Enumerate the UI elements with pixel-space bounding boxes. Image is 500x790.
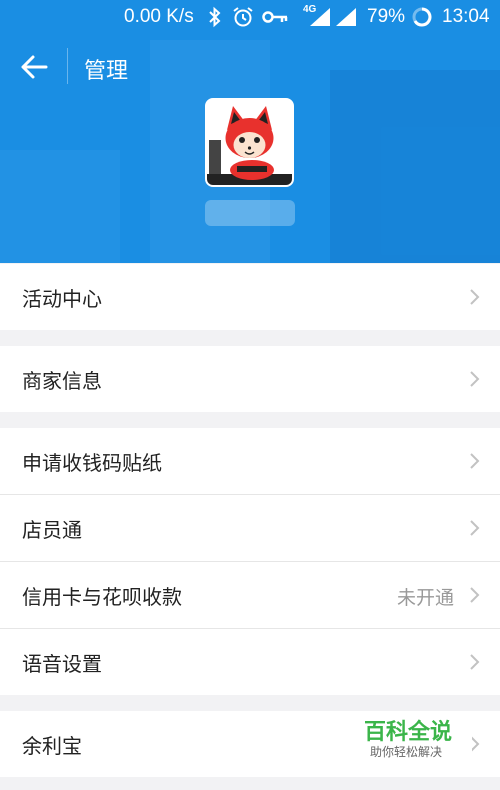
page-title: 管理 xyxy=(84,59,129,84)
menu-item-label: 语音设置 xyxy=(22,652,102,676)
header-bg-decoration xyxy=(330,70,500,263)
chevron-right-icon xyxy=(470,371,480,387)
avatar[interactable] xyxy=(205,98,294,187)
header-bg-decoration xyxy=(0,150,120,263)
clock: 13:04 xyxy=(442,6,490,27)
chevron-right-icon xyxy=(470,289,480,305)
title-divider xyxy=(67,48,68,84)
battery-percent: 79% xyxy=(367,6,406,27)
back-arrow-icon[interactable] xyxy=(20,54,48,80)
watermark-logo: 百科全说 助你轻松解决 xyxy=(352,712,472,768)
menu-item-merchant-info[interactable]: 商家信息 xyxy=(0,346,500,412)
signal-icon xyxy=(310,8,330,26)
menu-item-label: 活动中心 xyxy=(22,287,102,311)
menu-item-label: 余利宝 xyxy=(22,734,82,758)
watermark-title: 百科全说 xyxy=(364,720,453,745)
menu-item-label: 申请收钱码贴纸 xyxy=(22,451,162,475)
alarm-icon xyxy=(233,7,253,27)
watermark-subtitle: 助你轻松解决 xyxy=(370,745,443,759)
menu-item-apply-qr-sticker[interactable]: 申请收钱码贴纸 xyxy=(0,428,500,494)
menu-group-1: 活动中心 xyxy=(0,264,500,330)
chevron-right-icon xyxy=(470,587,480,603)
signal-icon xyxy=(336,8,356,26)
status-bar: 0.00 K/s 4G 79% 13:04 xyxy=(0,0,500,34)
menu-item-activity-center[interactable]: 活动中心 xyxy=(0,264,500,330)
menu-group-3: 申请收钱码贴纸 店员通 信用卡与花呗收款 未开通 语音设置 xyxy=(0,428,500,695)
bottom-gap xyxy=(0,778,500,790)
menu-item-credit-card-huabei[interactable]: 信用卡与花呗收款 未开通 xyxy=(0,561,500,628)
menu-item-status: 未开通 xyxy=(396,587,454,609)
chevron-right-icon xyxy=(470,453,480,469)
menu-item-voice-settings[interactable]: 语音设置 xyxy=(0,628,500,695)
menu-item-label: 信用卡与花呗收款 xyxy=(22,585,182,609)
menu-item-label: 商家信息 xyxy=(22,369,102,393)
net-speed: 0.00 K/s xyxy=(124,6,194,27)
fox-avatar-image xyxy=(207,100,292,185)
blurred-username xyxy=(205,200,295,226)
profile-header: 0.00 K/s 4G 79% 13:04 管理 xyxy=(0,0,500,263)
menu-item-clerk[interactable]: 店员通 xyxy=(0,494,500,561)
chevron-right-icon xyxy=(470,654,480,670)
bluetooth-icon xyxy=(209,6,221,28)
battery-icon xyxy=(412,7,432,27)
menu-item-label: 店员通 xyxy=(22,518,82,542)
chevron-right-icon xyxy=(470,520,480,536)
menu-group-2: 商家信息 xyxy=(0,346,500,412)
key-icon xyxy=(262,11,288,23)
